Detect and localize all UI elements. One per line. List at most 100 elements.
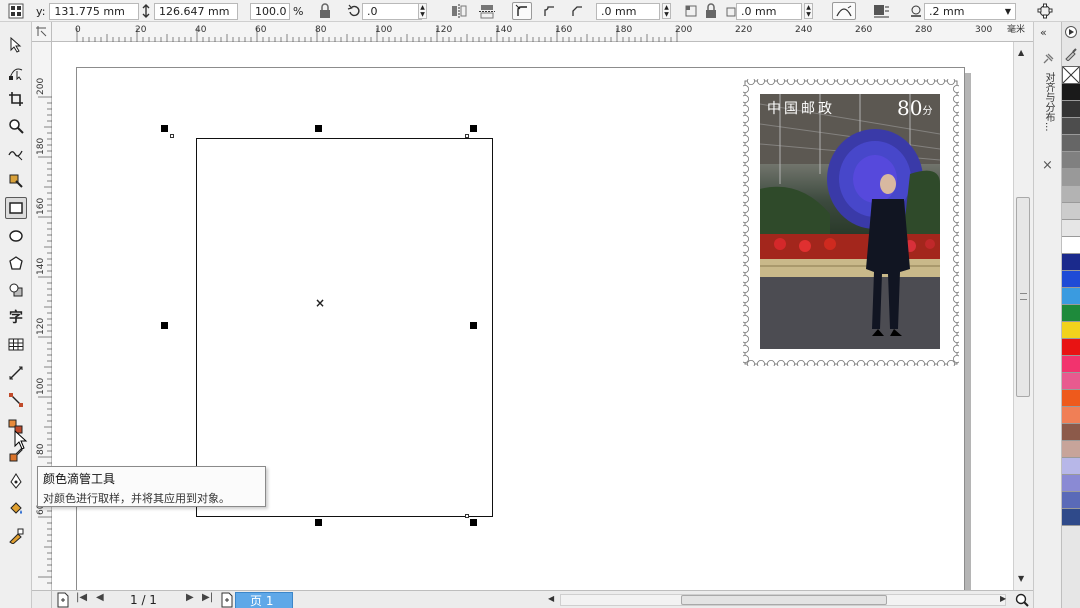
color-swatch[interactable]	[1062, 424, 1080, 441]
color-swatch[interactable]	[1062, 492, 1080, 509]
color-swatch[interactable]	[1062, 118, 1080, 135]
color-swatch[interactable]	[1062, 475, 1080, 492]
horizontal-ruler[interactable]: 0 20 40 60 80 100 120 140 160 180 200 220 240 260 280 3…	[52, 22, 1033, 42]
zoom-tool[interactable]	[5, 115, 27, 137]
vertical-scroll-thumb[interactable]	[1016, 197, 1030, 397]
color-swatch[interactable]	[1062, 288, 1080, 305]
color-swatch[interactable]	[1062, 220, 1080, 237]
corner-spinner-2[interactable]: ▲ ▼	[804, 3, 813, 19]
color-swatch[interactable]	[1062, 305, 1080, 322]
ruler-corner[interactable]	[32, 22, 52, 42]
color-swatch[interactable]	[1062, 407, 1080, 424]
color-swatch[interactable]	[1062, 390, 1080, 407]
vertical-ruler[interactable]: 200 180 160 140 120 100 80 60	[32, 42, 52, 590]
docker-close-icon[interactable]: ×	[1042, 158, 1053, 173]
selection-handle-left[interactable]	[161, 322, 168, 329]
corner-toggle-icon-1[interactable]	[684, 2, 698, 20]
lock-ratio-icon[interactable]	[318, 2, 332, 20]
color-swatch[interactable]	[1062, 322, 1080, 339]
page-tab-1[interactable]: 页 1	[235, 592, 293, 608]
color-swatch[interactable]	[1062, 254, 1080, 271]
color-swatch[interactable]	[1062, 339, 1080, 356]
palette-flyout[interactable]	[1062, 42, 1080, 66]
color-swatch[interactable]	[1062, 169, 1080, 186]
horizontal-scroll-thumb[interactable]	[681, 595, 887, 605]
fill-tool[interactable]	[5, 498, 27, 520]
color-swatch[interactable]	[1062, 135, 1080, 152]
polygon-tool[interactable]	[5, 252, 27, 274]
docker-pin-icon[interactable]	[1041, 52, 1055, 69]
selection-handle-top[interactable]	[315, 125, 322, 132]
y-position-field[interactable]: 131.775 mm	[49, 2, 140, 20]
corner-chamfer-button[interactable]	[570, 2, 584, 20]
color-swatch[interactable]	[1062, 237, 1080, 254]
outline-tool[interactable]	[5, 470, 27, 492]
height-field[interactable]: 126.647 mm	[154, 2, 238, 20]
color-swatch[interactable]	[1062, 458, 1080, 475]
convert-curves-button[interactable]	[1036, 2, 1054, 20]
crop-tool[interactable]	[5, 88, 27, 110]
color-swatch[interactable]	[1062, 373, 1080, 390]
corner-node-bottom-right[interactable]	[465, 514, 469, 518]
shape-tool[interactable]	[5, 61, 27, 83]
color-swatch[interactable]	[1062, 356, 1080, 373]
prev-page-button[interactable]: ◀	[96, 592, 104, 603]
corner-spin-2[interactable]: ▲ ▼	[804, 2, 813, 20]
no-color-swatch[interactable]	[1062, 66, 1080, 84]
vertical-scrollbar[interactable]: ▲ ▼	[1013, 42, 1033, 590]
dimension-tool[interactable]	[5, 362, 27, 384]
palette-scroll-up[interactable]	[1062, 22, 1080, 42]
color-swatch[interactable]	[1062, 271, 1080, 288]
connector-tool[interactable]	[5, 389, 27, 411]
rotation-spin[interactable]: ▲ ▼	[418, 2, 427, 20]
corner-lock-icon[interactable]	[704, 2, 718, 20]
rotation-spinner[interactable]: ▲ ▼	[418, 3, 427, 19]
object-origin-icon[interactable]	[8, 2, 24, 20]
selection-handle-top-left[interactable]	[161, 125, 168, 132]
document-page[interactable]: × 中国邮政 80 分	[76, 67, 965, 607]
h-scroll-right-arrow[interactable]: ▶	[1000, 594, 1006, 603]
basic-shapes-tool[interactable]	[5, 279, 27, 301]
corner-scallop-button[interactable]	[542, 2, 556, 20]
mirror-v-button[interactable]	[478, 2, 496, 20]
wrap-text-button[interactable]	[872, 2, 890, 20]
selection-handle-top-right[interactable]	[470, 125, 477, 132]
selection-handle-right[interactable]	[470, 322, 477, 329]
zoom-navigator-button[interactable]	[1014, 592, 1030, 608]
add-page-before-button[interactable]	[56, 592, 70, 608]
docker-tab-align[interactable]: 对齐与分布...	[1042, 72, 1056, 172]
color-swatch[interactable]	[1062, 152, 1080, 169]
drawing-canvas[interactable]: × 中国邮政 80 分	[52, 42, 1033, 607]
corner-spin-1[interactable]: ▲ ▼	[662, 2, 671, 20]
outline-width-select[interactable]: .2 mm ▼	[924, 2, 1016, 20]
color-swatch[interactable]	[1062, 441, 1080, 458]
corner-node-top-right[interactable]	[465, 134, 469, 138]
corner-radius-field-2[interactable]: .0 mm	[736, 2, 802, 20]
freehand-tool[interactable]	[5, 142, 27, 164]
scale-height-field[interactable]: 100.0	[250, 2, 290, 20]
mirror-h-button[interactable]	[450, 2, 468, 20]
color-swatch[interactable]	[1062, 509, 1080, 526]
smart-fill-tool[interactable]	[5, 169, 27, 191]
h-scroll-left-arrow[interactable]: ◀	[548, 594, 554, 603]
selection-handle-bottom[interactable]	[315, 519, 322, 526]
docker-collapse-icon[interactable]: «	[1040, 26, 1047, 39]
text-tool[interactable]: 字	[5, 306, 27, 328]
scroll-down-arrow[interactable]: ▼	[1018, 574, 1024, 583]
corner-round-button[interactable]	[512, 2, 532, 20]
ellipse-tool[interactable]	[5, 225, 27, 247]
corner-spinner-1[interactable]: ▲ ▼	[662, 3, 671, 19]
interactive-fill-tool[interactable]	[5, 525, 27, 547]
table-tool[interactable]	[5, 333, 27, 355]
postage-stamp[interactable]: 中国邮政 80 分	[743, 79, 959, 366]
add-page-after-button[interactable]	[220, 592, 234, 608]
next-page-button[interactable]: ▶	[186, 592, 194, 603]
color-swatch[interactable]	[1062, 203, 1080, 220]
corner-radius-field-1[interactable]: .0 mm	[596, 2, 660, 20]
selected-rectangle[interactable]	[196, 138, 493, 517]
scroll-up-arrow[interactable]: ▲	[1018, 48, 1024, 57]
first-page-button[interactable]: |◀	[76, 592, 87, 603]
color-swatch[interactable]	[1062, 101, 1080, 118]
rectangle-tool[interactable]	[5, 197, 27, 219]
rotation-center-marker[interactable]: ×	[315, 296, 325, 310]
